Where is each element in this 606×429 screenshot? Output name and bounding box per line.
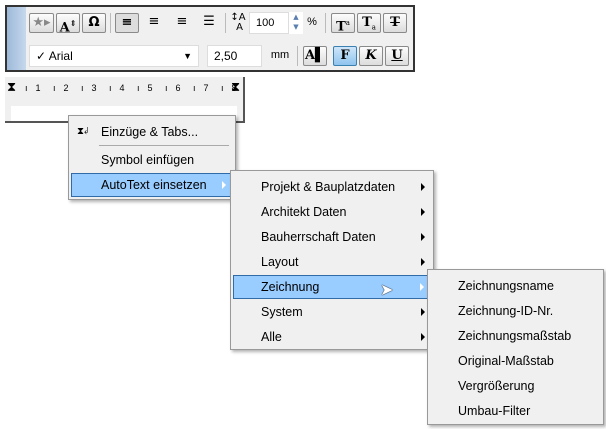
text-format-toolbar: ★▸ A⇕ Ω ≡ ≡ ≡ ☰ ↕A A 100 ▲ ▼ % Ta Ta T ✓ … [5,5,415,72]
menu-item-label: AutoText einsetzen [101,178,207,192]
menu-item-label: Symbol einfügen [101,153,195,167]
zeichnung-submenu: Zeichnungsname Zeichnung-ID-Nr. Zeichnungs… [427,269,604,425]
bold-button[interactable]: F [333,46,357,66]
align-left-button[interactable]: ≡ [115,13,139,33]
toolbar-grip[interactable] [7,7,26,70]
indent-icon: ⧗↲ [77,126,89,137]
menu-item[interactable]: Bauherrschaft Daten [233,225,431,249]
subscript-mark: a [371,23,376,32]
menu-item-label: Layout [261,255,299,269]
align-right-button[interactable]: ≡ [171,13,193,33]
superscript-mark: a [345,19,350,27]
submenu-arrow-icon [421,208,425,216]
menu-item-insert-symbol[interactable]: Symbol einfügen [71,148,233,172]
menu-item-label: Alle [261,330,282,344]
align-center-button[interactable]: ≡ [143,13,165,33]
justify-button[interactable]: ☰ [198,13,220,33]
autotext-submenu: Projekt & Bauplatzdaten Architekt Daten Ba… [230,170,434,350]
ruler-tick-label: ı6 [165,83,181,93]
check-icon: ✓ [36,49,47,63]
font-color-icon: A [304,48,316,63]
menu-item-label: Original-Maßstab [458,354,554,368]
subscript-letter: T [362,15,372,30]
menu-item-label: Zeichnungsmaßstab [458,329,572,343]
star-icon: ★▸ [32,15,51,30]
ruler-tick-label: ı8 [221,83,237,93]
menu-item-label: Projekt & Bauplatzdaten [261,180,396,194]
menu-item-label: System [261,305,303,319]
ruler-tick-label: ı3 [81,83,97,93]
font-size-input[interactable]: 2,50 [207,45,262,67]
menu-item[interactable]: System [233,300,431,324]
menu-item[interactable]: Zeichnung [233,275,431,299]
menu-item[interactable]: Zeichnungsmaßstab [430,324,601,348]
menu-item[interactable]: Projekt & Bauplatzdaten [233,175,431,199]
menu-item[interactable]: Zeichnungsname [430,274,601,298]
subscript-button[interactable]: Ta [357,13,381,33]
align-center-icon: ≡ [148,14,160,29]
align-left-icon: ≡ [121,15,133,30]
ruler-tick-label: ı1 [25,83,41,93]
align-right-icon: ≡ [176,14,188,29]
superscript-letter: T [336,19,346,35]
menu-item[interactable]: Alle [233,325,431,349]
mouse-cursor-icon: ➤ [380,280,394,299]
submenu-arrow-icon [421,233,425,241]
line-spacing-spinner[interactable]: ▲ ▼ [289,12,303,34]
submenu-arrow-icon [421,333,425,341]
menu-item-label: Zeichnungsname [458,279,554,293]
favorites-star-button[interactable]: ★▸ [29,13,54,33]
menu-item-indents-tabs[interactable]: ⧗↲ Einzüge & Tabs... [71,120,233,144]
ruler-tick-label: ı2 [53,83,69,93]
divider [110,13,111,33]
ruler-tick-label: ı5 [137,83,153,93]
ruler-tick-label: ı4 [109,83,125,93]
menu-separator [99,145,229,146]
special-character-button[interactable]: Ω [82,13,106,33]
chevron-down-icon[interactable]: ▼ [183,46,192,66]
submenu-arrow-icon [421,258,425,266]
ruler-tick-label: ı7 [193,83,209,93]
submenu-arrow-icon [222,181,226,189]
context-menu: ⧗↲ Einzüge & Tabs... Symbol einfügen Auto… [68,115,236,200]
menu-item[interactable]: Vergrößerung [430,374,601,398]
italic-button[interactable]: K [359,46,383,66]
menu-item-label: Vergrößerung [458,379,535,393]
menu-item[interactable]: Architekt Daten [233,200,431,224]
submenu-arrow-icon [421,183,425,191]
menu-item[interactable]: Zeichnung-ID-Nr. [430,299,601,323]
divider [297,46,298,66]
percent-label: % [307,16,317,28]
justify-icon: ☰ [203,14,215,29]
underline-button[interactable]: U [385,46,409,66]
submenu-arrow-icon [420,283,424,291]
superscript-button[interactable]: Ta [331,13,355,35]
divider [325,13,326,33]
autotext-button[interactable]: A⇕ [56,13,80,36]
line-spacing-input[interactable]: 100 [249,12,289,34]
left-indent-marker-icon[interactable]: ⧗ [7,80,16,95]
menu-item[interactable]: Original-Maßstab [430,349,601,373]
unit-label: mm [270,49,290,61]
submenu-arrow-icon [421,308,425,316]
menu-item-label: Zeichnung [261,280,320,294]
menu-item[interactable]: Umbau-Filter [430,399,601,423]
divider [225,13,226,33]
font-color-button[interactable]: A▌ [303,46,327,66]
menu-item-label: Bauherrschaft Daten [261,230,376,244]
line-spacing-icon: ↕A A [230,12,246,33]
font-select[interactable]: ✓ Arial ▼ [29,45,199,67]
font-name: Arial [48,49,73,63]
strikethrough-button[interactable]: T [383,13,407,33]
menu-item-label: Zeichnung-ID-Nr. [458,304,554,318]
menu-item[interactable]: Layout [233,250,431,274]
menu-item-label: Umbau-Filter [458,404,531,418]
menu-item-label: Einzüge & Tabs... [101,125,199,139]
menu-item-label: Architekt Daten [261,205,347,219]
autotext-icon: A [59,20,70,36]
menu-item-insert-autotext[interactable]: AutoText einsetzen [71,173,233,197]
